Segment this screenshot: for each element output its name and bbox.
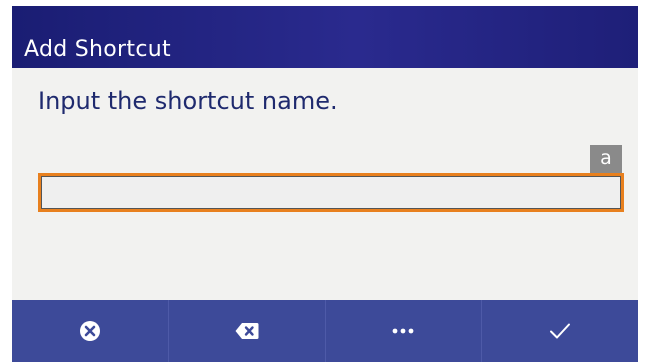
input-mode-indicator: a [590, 145, 622, 174]
confirm-button[interactable] [482, 300, 638, 362]
title-bar: Add Shortcut [12, 6, 638, 68]
dialog-title: Add Shortcut [24, 37, 171, 62]
confirm-check-icon [550, 323, 571, 339]
add-shortcut-screen: Add Shortcut Input the shortcut name. a [0, 0, 650, 362]
more-ellipsis-icon [392, 328, 414, 334]
prompt-text: Input the shortcut name. [38, 87, 338, 115]
softkey-bar [12, 300, 638, 362]
more-options-button[interactable] [326, 300, 483, 362]
backspace-button[interactable] [169, 300, 326, 362]
backspace-icon [235, 323, 259, 339]
cancel-button[interactable] [12, 300, 169, 362]
shortcut-name-input[interactable] [38, 173, 624, 212]
cancel-circle-x-icon [79, 321, 100, 341]
dialog-content: Input the shortcut name. a [12, 68, 638, 300]
